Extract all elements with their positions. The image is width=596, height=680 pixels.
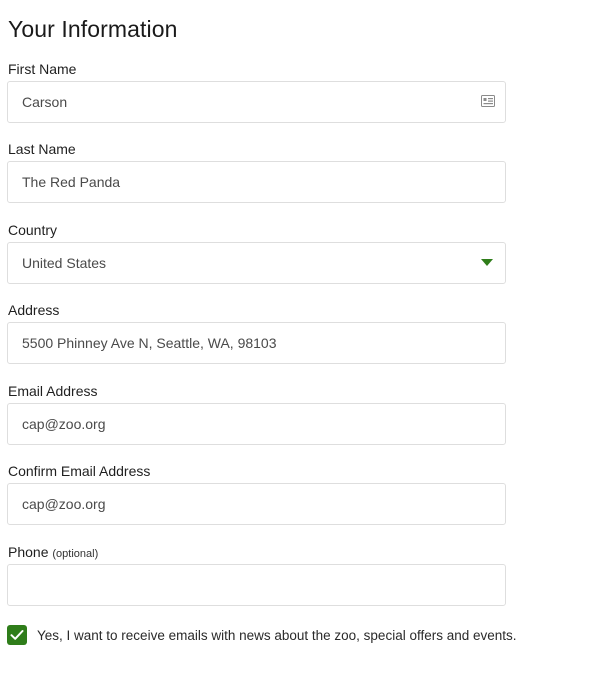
email-label: Email Address <box>8 383 98 399</box>
email-input[interactable] <box>22 404 462 444</box>
contact-card-icon[interactable] <box>481 95 495 107</box>
country-field-group: Country United States <box>7 221 506 284</box>
address-field-group: Address <box>7 301 506 364</box>
confirm-email-box[interactable] <box>7 483 506 525</box>
first-name-label: First Name <box>8 61 77 77</box>
country-label: Country <box>8 222 58 238</box>
first-name-field-group: First Name <box>7 60 506 123</box>
newsletter-consent-label: Yes, I want to receive emails with news … <box>37 627 517 643</box>
last-name-field-group: Last Name <box>7 140 506 203</box>
checkmark-icon <box>10 630 24 640</box>
phone-box[interactable] <box>7 564 506 606</box>
email-box[interactable] <box>7 403 506 445</box>
confirm-email-label: Confirm Email Address <box>8 463 151 479</box>
phone-input[interactable] <box>22 565 462 605</box>
country-select[interactable]: United States <box>7 242 506 284</box>
phone-optional-note: (optional) <box>52 548 99 560</box>
confirm-email-input[interactable] <box>22 484 462 524</box>
country-selected-value: United States <box>22 255 107 271</box>
confirm-email-field-group: Confirm Email Address <box>7 462 506 525</box>
first-name-input[interactable] <box>22 82 462 122</box>
form-title: Your Information <box>8 16 178 42</box>
your-information-form: Your Information First Name Last Name Co… <box>0 0 596 680</box>
first-name-box[interactable] <box>7 81 506 123</box>
last-name-input[interactable] <box>22 162 462 202</box>
newsletter-consent: Yes, I want to receive emails with news … <box>7 624 517 646</box>
last-name-box[interactable] <box>7 161 506 203</box>
phone-field-group: Phone (optional) <box>7 543 506 606</box>
address-input[interactable] <box>22 323 462 363</box>
address-label: Address <box>8 302 60 318</box>
phone-label: Phone (optional) <box>8 543 506 561</box>
last-name-label: Last Name <box>8 141 76 157</box>
newsletter-checkbox[interactable] <box>7 625 27 645</box>
address-box[interactable] <box>7 322 506 364</box>
chevron-down-icon[interactable] <box>481 259 493 266</box>
phone-label-text: Phone <box>8 544 49 560</box>
email-field-group: Email Address <box>7 382 506 445</box>
